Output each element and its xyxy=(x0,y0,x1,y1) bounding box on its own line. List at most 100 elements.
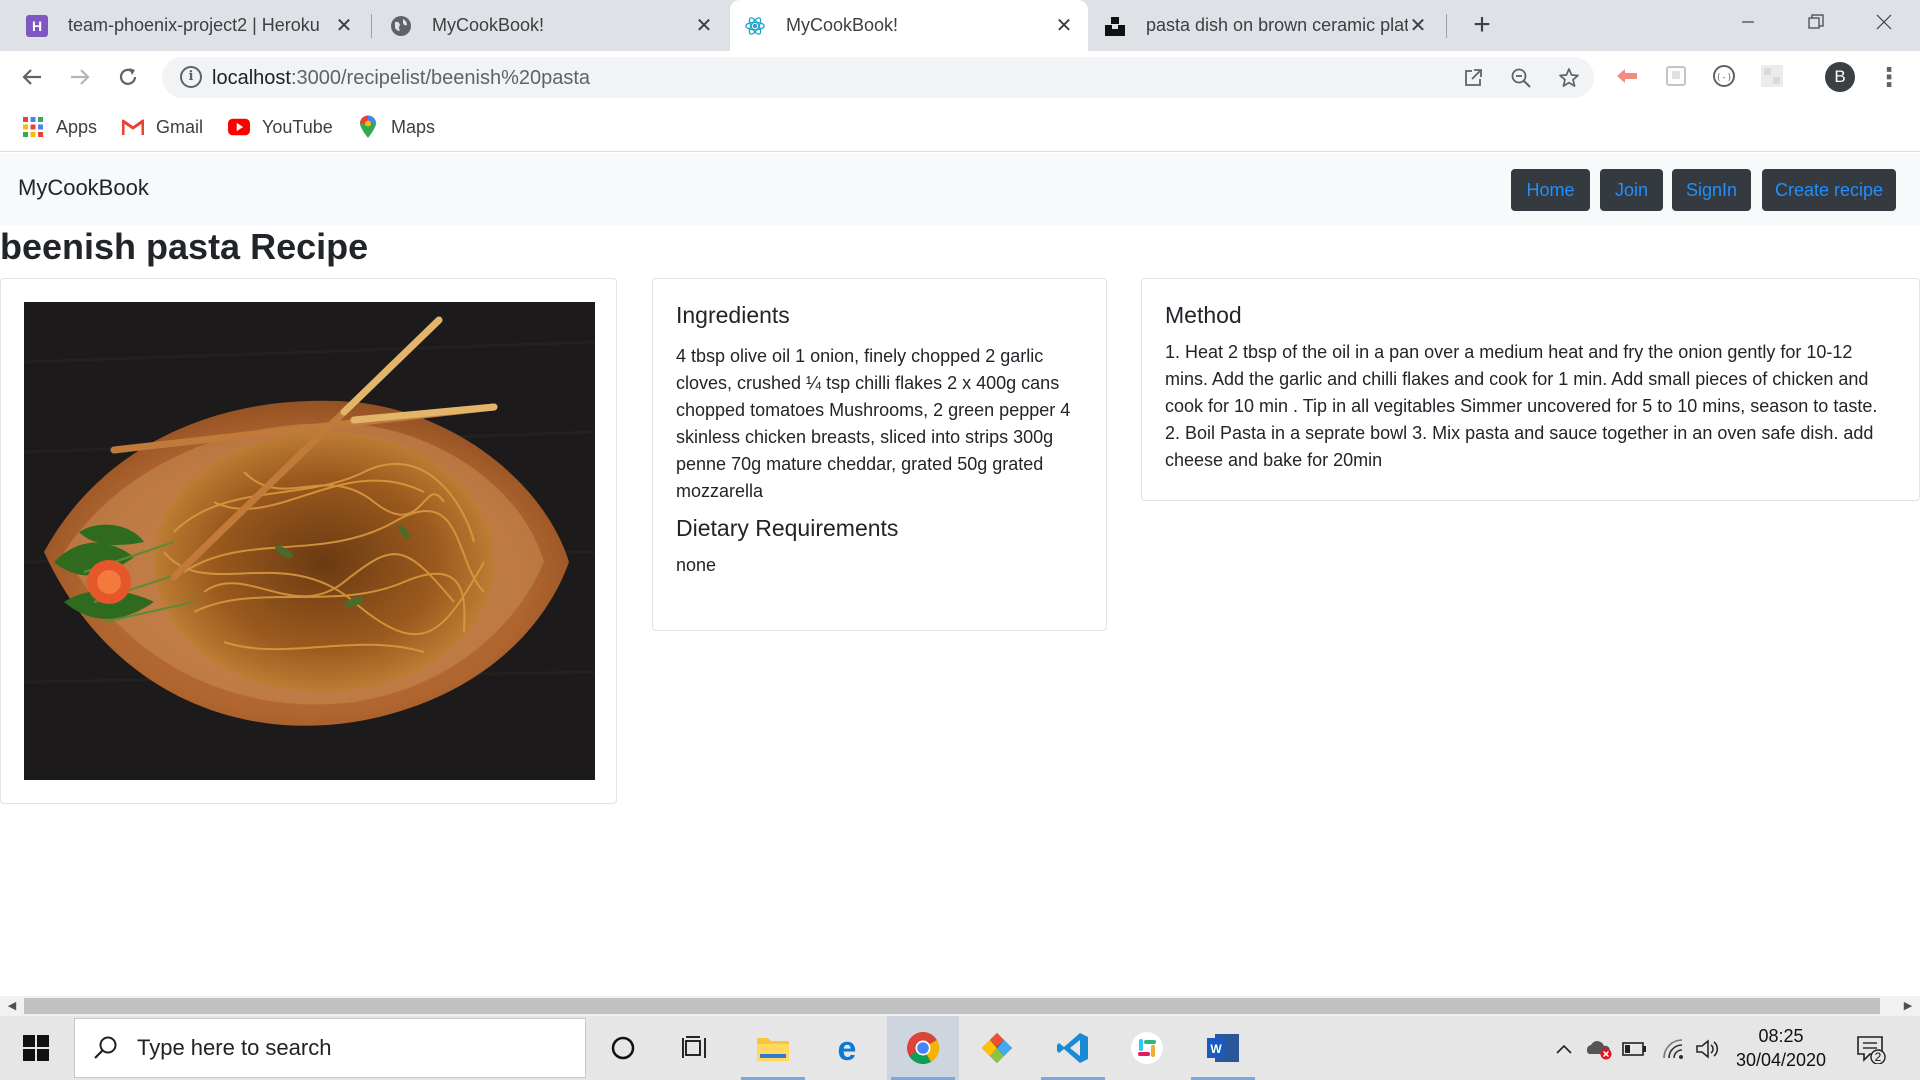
open-in-new-icon[interactable] xyxy=(1460,65,1486,91)
svg-text:e: e xyxy=(838,1032,857,1064)
tab-title: pasta dish on brown ceramic plat xyxy=(1146,15,1408,35)
windows-taskbar: Type here to search e W 08:25 30/04/2020… xyxy=(0,1016,1920,1080)
close-tab-icon[interactable]: ✕ xyxy=(694,13,714,38)
minimize-icon[interactable] xyxy=(1714,0,1782,44)
show-hidden-icons[interactable] xyxy=(1550,1036,1578,1062)
edge-icon[interactable]: e xyxy=(811,1016,883,1080)
method-card: Method 1. Heat 2 tbsp of the oil in a pa… xyxy=(1141,278,1920,501)
close-tab-icon[interactable]: ✕ xyxy=(334,13,354,38)
git-kraken-icon[interactable] xyxy=(961,1016,1033,1080)
bookmark-label: YouTube xyxy=(262,116,333,137)
task-view-icon[interactable] xyxy=(659,1016,731,1080)
tab-heroku[interactable]: H team-phoenix-project2 | Heroku ✕ xyxy=(12,0,368,51)
url-path: :3000/recipelist/beenish%20pasta xyxy=(290,67,591,89)
battery-icon[interactable] xyxy=(1621,1036,1649,1062)
method-heading: Method xyxy=(1165,302,1242,328)
horizontal-scrollbar[interactable]: ◀ ▶ xyxy=(0,996,1920,1016)
vscode-icon[interactable] xyxy=(1037,1016,1109,1080)
notification-count: 2 xyxy=(1874,1050,1882,1064)
clock-time: 08:25 xyxy=(1758,1026,1804,1046)
extension-red-icon[interactable] xyxy=(1613,62,1641,90)
taskbar-clock[interactable]: 08:25 30/04/2020 xyxy=(1726,1024,1836,1072)
reload-icon[interactable] xyxy=(112,61,144,93)
taskbar-search-box[interactable]: Type here to search xyxy=(74,1018,586,1078)
clock-date: 30/04/2020 xyxy=(1735,1050,1827,1070)
nav-home-button[interactable]: Home xyxy=(1511,169,1590,211)
extension-grid-icon[interactable] xyxy=(1758,62,1786,90)
dietary-heading: Dietary Requirements xyxy=(676,515,899,541)
gmail-icon xyxy=(122,116,144,138)
bookmark-apps[interactable]: Apps xyxy=(22,114,97,140)
search-placeholder: Type here to search xyxy=(137,1035,332,1060)
close-tab-icon[interactable]: ✕ xyxy=(1408,13,1428,38)
bookmark-label: Maps xyxy=(391,116,436,137)
extension-box-icon[interactable] xyxy=(1662,62,1690,90)
new-tab-button[interactable]: + xyxy=(1466,8,1498,42)
wifi-icon[interactable] xyxy=(1660,1036,1688,1062)
site-brand[interactable]: MyCookBook xyxy=(18,175,149,201)
scroll-right-icon[interactable]: ▶ xyxy=(1898,996,1918,1016)
zoom-out-icon[interactable] xyxy=(1508,65,1534,91)
nav-signin-button[interactable]: SignIn xyxy=(1672,169,1751,211)
scroll-left-icon[interactable]: ◀ xyxy=(2,996,22,1016)
nav-create-recipe-button[interactable]: Create recipe xyxy=(1762,169,1896,211)
notification-center-icon[interactable]: 2 xyxy=(1856,1034,1886,1065)
bookmark-star-icon[interactable] xyxy=(1556,65,1582,91)
tab-title: MyCookBook! xyxy=(432,15,545,35)
url-host: localhost xyxy=(212,67,291,89)
search-icon xyxy=(94,1036,117,1059)
site-navbar: MyCookBook Home Join SignIn Create recip… xyxy=(0,153,1920,225)
slack-icon[interactable] xyxy=(1111,1016,1183,1080)
chrome-taskbar-icon[interactable] xyxy=(887,1016,959,1080)
tab-title: MyCookBook! xyxy=(786,15,899,35)
address-bar[interactable]: i localhost:3000/recipelist/beenish%20pa… xyxy=(162,57,1594,98)
bookmark-maps[interactable]: Maps xyxy=(357,114,435,140)
onedrive-error-icon[interactable] xyxy=(1585,1036,1613,1062)
tab-divider xyxy=(1446,14,1447,38)
tab-strip: H team-phoenix-project2 | Heroku ✕ MyCoo… xyxy=(0,0,1920,51)
forward-icon[interactable] xyxy=(64,61,96,93)
url-text[interactable]: localhost:3000/recipelist/beenish%20past… xyxy=(212,67,590,90)
tab-mycookbook-1[interactable]: MyCookBook! ✕ xyxy=(376,0,728,51)
tab-mycookbook-active[interactable]: MyCookBook! ✕ xyxy=(730,0,1088,51)
file-explorer-icon[interactable] xyxy=(737,1016,809,1080)
back-icon[interactable] xyxy=(16,61,48,93)
cortana-icon[interactable] xyxy=(587,1016,659,1080)
bookmark-youtube[interactable]: YouTube xyxy=(228,114,333,140)
volume-icon[interactable] xyxy=(1694,1036,1722,1062)
restore-icon[interactable] xyxy=(1782,0,1850,44)
unsplash-icon xyxy=(1104,15,1126,37)
recipe-image-card xyxy=(0,278,617,804)
ingredients-text: 4 tbsp olive oil 1 onion, finely chopped… xyxy=(676,346,1071,501)
page-title: beenish pasta Recipe xyxy=(0,226,369,267)
bookmark-gmail[interactable]: Gmail xyxy=(122,114,203,140)
method-text: 1. Heat 2 tbsp of the oil in a pan over … xyxy=(1165,342,1878,470)
site-info-icon[interactable]: i xyxy=(180,66,202,88)
tab-unsplash[interactable]: pasta dish on brown ceramic plat ✕ xyxy=(1090,0,1442,51)
scrollbar-thumb[interactable] xyxy=(24,998,1880,1014)
close-window-icon[interactable] xyxy=(1850,0,1918,44)
recipe-photo xyxy=(24,302,595,780)
windows-start-icon[interactable] xyxy=(0,1016,72,1080)
ingredients-card: Ingredients 4 tbsp olive oil 1 onion, fi… xyxy=(652,278,1107,631)
svg-text:W: W xyxy=(1210,1042,1222,1056)
extension-code-icon[interactable]: (-) xyxy=(1710,62,1738,90)
bookmark-label: Gmail xyxy=(156,116,204,137)
nav-join-button[interactable]: Join xyxy=(1600,169,1663,211)
dietary-text: none xyxy=(676,555,717,575)
word-icon[interactable]: W xyxy=(1187,1016,1259,1080)
heroku-icon: H xyxy=(26,14,48,37)
bookmark-label: Apps xyxy=(56,116,98,137)
apps-grid-icon xyxy=(22,116,44,138)
bookmarks-bar: Apps Gmail YouTube Maps xyxy=(0,104,1920,152)
youtube-icon xyxy=(228,116,250,138)
tab-title: team-phoenix-project2 | Heroku xyxy=(68,15,320,35)
tab-divider xyxy=(371,14,372,38)
profile-avatar[interactable]: B xyxy=(1825,62,1855,92)
globe-icon xyxy=(390,15,412,37)
maps-icon xyxy=(357,115,379,138)
close-tab-icon[interactable]: ✕ xyxy=(1054,13,1074,38)
ingredients-heading: Ingredients xyxy=(676,302,790,328)
svg-text:(-): (-) xyxy=(1716,73,1732,83)
browser-menu-icon[interactable]: ⋮ xyxy=(1876,62,1902,92)
